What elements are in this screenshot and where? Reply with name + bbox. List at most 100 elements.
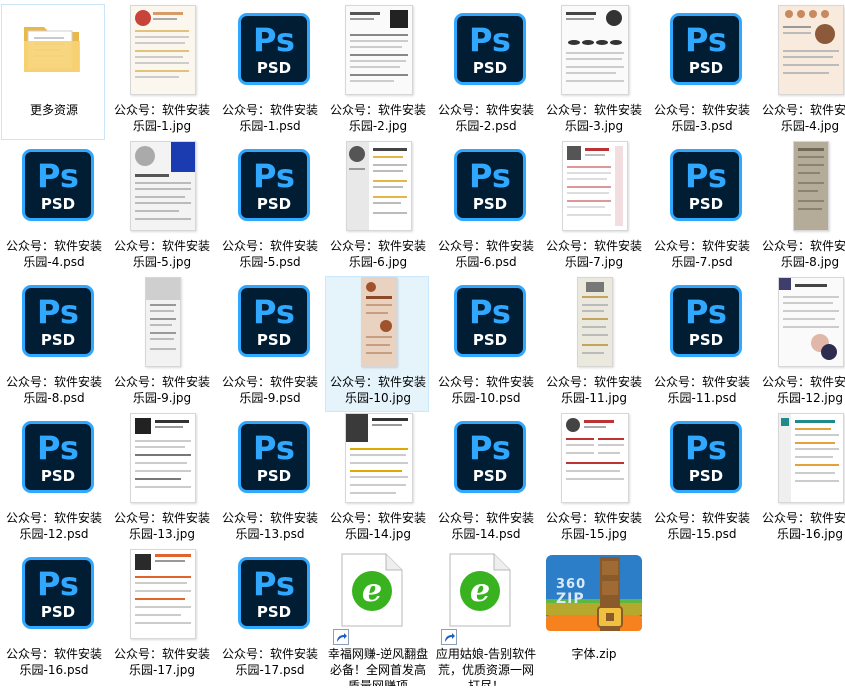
file-name-label: 公众号：软件安装乐园-9.jpg <box>113 375 210 405</box>
file-item[interactable]: e 幸福网赚-逆风翻盘必备！全网首发高质量网赚项 <box>325 548 429 686</box>
file-item[interactable]: 公众号：软件安装乐园-7.jpg <box>541 140 645 276</box>
thumbnail-detail <box>566 438 594 440</box>
thumbnail-detail <box>350 40 408 42</box>
file-thumbnail <box>758 5 845 103</box>
thumbnail-detail <box>585 154 605 156</box>
ps-icon-label: Ps <box>253 293 295 331</box>
file-item[interactable]: 公众号：软件安装乐园-11.jpg <box>541 276 645 412</box>
thumbnail-detail <box>815 24 835 44</box>
resume-thumbnail-image <box>345 5 413 95</box>
thumbnail-detail <box>366 352 392 354</box>
thumbnail-detail <box>567 186 611 188</box>
file-item[interactable]: 公众号：软件安装乐园-9.jpg <box>109 276 213 412</box>
file-thumbnail <box>2 7 106 103</box>
file-name-label: 公众号：软件安装乐园-12.jpg <box>761 375 845 405</box>
file-item[interactable]: Ps PSD 公众号：软件安装乐园-3.psd <box>649 4 753 140</box>
file-item[interactable]: 公众号：软件安装乐园-3.jpg <box>541 4 645 140</box>
thumbnail-detail <box>783 56 833 58</box>
file-item[interactable]: Ps PSD 公众号：软件安装乐园-10.psd <box>433 276 537 412</box>
resume-thumbnail-image <box>361 277 397 367</box>
file-item[interactable]: Ps PSD 公众号：软件安装乐园-8.psd <box>1 276 105 412</box>
thumbnail-detail <box>366 304 392 306</box>
thumbnail-detail <box>150 324 172 326</box>
file-thumbnail: Ps PSD <box>434 415 538 511</box>
thumbnail-detail <box>798 164 824 166</box>
thumbnail-detail <box>373 180 407 182</box>
thumbnail-detail <box>150 310 174 312</box>
thumbnail-detail <box>809 10 817 18</box>
file-item[interactable]: e 应用姑娘-告别软件荒，优质资源一网打尽！ <box>433 548 537 686</box>
file-name-label: 字体.zip <box>571 647 617 661</box>
file-item[interactable]: 公众号：软件安装乐园-10.jpg <box>325 276 429 412</box>
file-item[interactable]: Ps PSD 公众号：软件安装乐园-1.psd <box>217 4 321 140</box>
file-grid: 更多资源 公众号：软件安装乐园-1.jpg Ps PSD 公众号：软件安装乐园-1.ps… <box>0 0 845 690</box>
thumbnail-detail <box>798 172 820 174</box>
file-thumbnail: Ps PSD <box>218 551 322 647</box>
file-item[interactable]: Ps PSD 公众号：软件安装乐园-2.psd <box>433 4 537 140</box>
file-item[interactable]: 公众号：软件安装乐园-12.jpg <box>757 276 845 412</box>
ps-icon-label: Ps <box>37 429 79 467</box>
file-item[interactable]: 公众号：软件安装乐园-4.jpg <box>757 4 845 140</box>
photoshop-file-icon: Ps PSD <box>238 421 310 493</box>
file-thumbnail: Ps PSD <box>218 7 322 103</box>
file-item[interactable]: 公众号：软件安装乐园-2.jpg <box>325 4 429 140</box>
file-thumbnail <box>326 413 430 511</box>
file-item[interactable]: Ps PSD 公众号：软件安装乐园-14.psd <box>433 412 537 548</box>
file-item[interactable]: 公众号：软件安装乐园-8.jpg <box>757 140 845 276</box>
file-item[interactable]: Ps PSD 公众号：软件安装乐园-4.psd <box>1 140 105 276</box>
thumbnail-detail <box>798 208 822 210</box>
thumbnail-detail <box>566 72 616 74</box>
ie-browser-icon: e <box>352 571 392 611</box>
file-item[interactable]: 公众号：软件安装乐园-14.jpg <box>325 412 429 548</box>
thumbnail-detail <box>135 10 151 26</box>
ps-icon-label: Ps <box>469 21 511 59</box>
ps-icon-label: Ps <box>685 21 727 59</box>
thumbnail-detail <box>582 344 608 346</box>
file-item[interactable]: 公众号：软件安装乐园-15.jpg <box>541 412 645 548</box>
thumbnail-detail <box>598 438 624 440</box>
file-item[interactable]: Ps PSD 公众号：软件安装乐园-17.psd <box>217 548 321 684</box>
file-item[interactable]: 公众号：软件安装乐园-16.jpg <box>757 412 845 548</box>
file-name-label: 公众号：软件安装乐园-8.jpg <box>761 239 845 269</box>
file-item[interactable]: 公众号：软件安装乐园-13.jpg <box>109 412 213 548</box>
file-item[interactable]: Ps PSD 公众号：软件安装乐园-12.psd <box>1 412 105 548</box>
file-name-label: 公众号：软件安装乐园-14.psd <box>437 511 534 541</box>
thumbnail-detail <box>567 146 581 160</box>
thumbnail-detail <box>171 142 195 172</box>
resume-thumbnail-image <box>130 5 196 95</box>
file-item[interactable]: 公众号：软件安装乐园-17.jpg <box>109 548 213 684</box>
file-item[interactable]: 公众号：软件安装乐园-6.jpg <box>325 140 429 276</box>
thumbnail-detail <box>779 414 791 502</box>
psd-icon-sublabel: PSD <box>472 331 508 349</box>
file-item[interactable]: Ps PSD 公众号：软件安装乐园-6.psd <box>433 140 537 276</box>
psd-icon-sublabel: PSD <box>40 331 76 349</box>
file-name-label: 应用姑娘-告别软件荒，优质资源一网打尽！ <box>435 647 537 686</box>
thumbnail-detail <box>566 80 624 82</box>
file-item[interactable]: Ps PSD 公众号：软件安装乐园-13.psd <box>217 412 321 548</box>
ps-icon-label: Ps <box>253 565 295 603</box>
thumbnail-detail <box>795 428 831 430</box>
thumbnail-detail <box>373 202 401 204</box>
file-item[interactable]: 360 ZIP 字体.zip <box>541 548 645 684</box>
thumbnail-detail <box>372 424 402 426</box>
file-item[interactable]: Ps PSD 公众号：软件安装乐园-9.psd <box>217 276 321 412</box>
thumbnail-detail <box>795 480 839 482</box>
file-item[interactable]: Ps PSD 公众号：软件安装乐园-7.psd <box>649 140 753 276</box>
file-item[interactable]: Ps PSD 公众号：软件安装乐园-11.psd <box>649 276 753 412</box>
ps-icon-label: Ps <box>253 21 295 59</box>
file-thumbnail <box>326 141 430 239</box>
file-item[interactable]: 公众号：软件安装乐园-5.jpg <box>109 140 213 276</box>
file-item[interactable]: Ps PSD 公众号：软件安装乐园-16.psd <box>1 548 105 684</box>
file-item[interactable]: Ps PSD 公众号：软件安装乐园-5.psd <box>217 140 321 276</box>
psd-icon-sublabel: PSD <box>688 195 724 213</box>
file-thumbnail: Ps PSD <box>2 143 106 239</box>
file-item[interactable]: 更多资源 <box>1 4 105 140</box>
file-item[interactable]: 公众号：软件安装乐园-1.jpg <box>109 4 213 140</box>
psd-icon-sublabel: PSD <box>472 467 508 485</box>
thumbnail-detail <box>798 156 824 158</box>
file-item[interactable]: Ps PSD 公众号：软件安装乐园-15.psd <box>649 412 753 548</box>
ps-icon-label: Ps <box>37 565 79 603</box>
file-name-label: 公众号：软件安装乐园-3.jpg <box>545 103 642 133</box>
psd-icon-sublabel: PSD <box>256 195 292 213</box>
thumbnail-detail <box>372 418 408 421</box>
